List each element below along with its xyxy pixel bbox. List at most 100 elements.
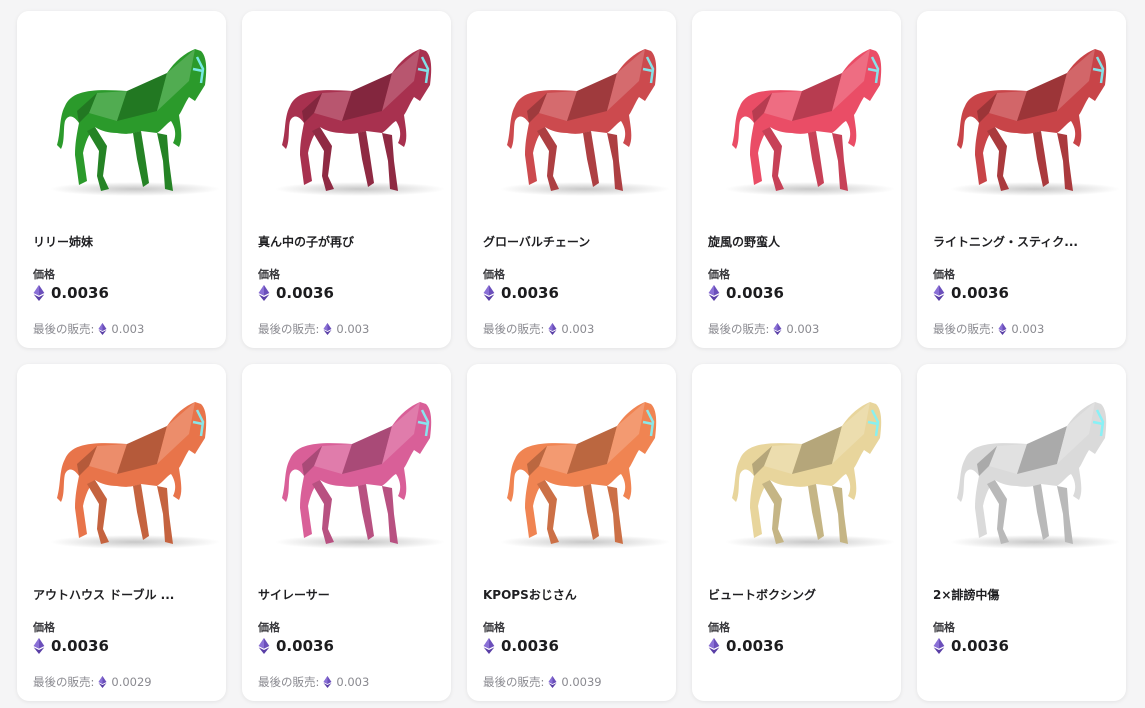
- item-name[interactable]: グローバルチェーン: [483, 233, 663, 250]
- last-sale-value: 0.003: [111, 322, 145, 336]
- last-sale-label: 最後の販売:: [483, 322, 545, 336]
- item-name[interactable]: アウトハウス ドーブル ...: [33, 586, 213, 603]
- last-sale: 最後の販売: 0.003: [483, 321, 594, 337]
- nft-card-4[interactable]: 旋風の野蛮人 価格 0.0036 最後の販売: 0.003: [692, 11, 901, 348]
- nft-card-9[interactable]: ビュートボクシング 価格 0.0036: [692, 364, 901, 701]
- last-sale-label: 最後の販売:: [33, 322, 95, 336]
- price: 0.0036: [933, 284, 1009, 302]
- nft-card-5[interactable]: ライトニング・スティク... 価格 0.0036 最後の販売: 0.003: [917, 11, 1126, 348]
- nft-card-8[interactable]: KPOPSおじさん 価格 0.0036 最後の販売: 0.0039: [467, 364, 676, 701]
- price-value: 0.0036: [951, 284, 1009, 302]
- last-sale-value: 0.0039: [561, 675, 602, 689]
- ethereum-icon: [33, 638, 45, 654]
- ethereum-icon: [98, 676, 107, 688]
- price: 0.0036: [933, 637, 1009, 655]
- ethereum-icon: [258, 638, 270, 654]
- ethereum-icon: [933, 285, 945, 301]
- ethereum-icon: [98, 323, 107, 335]
- price: 0.0036: [33, 284, 109, 302]
- last-sale-value: 0.0029: [111, 675, 152, 689]
- last-sale-value: 0.003: [336, 675, 370, 689]
- price: 0.0036: [708, 637, 784, 655]
- horse-icon: [500, 49, 670, 196]
- price-value: 0.0036: [726, 637, 784, 655]
- price-value: 0.0036: [276, 284, 334, 302]
- nft-card-1[interactable]: リリー姉妹 価格 0.0036 最後の販売: 0.003: [17, 11, 226, 348]
- price-label: 価格: [483, 268, 505, 281]
- last-sale: 最後の販売: 0.003: [933, 321, 1044, 337]
- horse-image[interactable]: [692, 364, 901, 564]
- price-label: 価格: [708, 621, 730, 634]
- price-label: 価格: [933, 621, 955, 634]
- horse-icon: [275, 402, 445, 549]
- ethereum-icon: [258, 285, 270, 301]
- horse-image[interactable]: [467, 364, 676, 564]
- price-label: 価格: [933, 268, 955, 281]
- price-label: 価格: [258, 268, 280, 281]
- price-value: 0.0036: [951, 637, 1009, 655]
- horse-icon: [275, 49, 445, 196]
- price-value: 0.0036: [276, 637, 334, 655]
- ethereum-icon: [323, 323, 332, 335]
- horse-icon: [950, 402, 1120, 549]
- horse-icon: [725, 402, 895, 549]
- last-sale-label: 最後の販売:: [33, 675, 95, 689]
- nft-card-10[interactable]: 2×誹謗中傷 価格 0.0036: [917, 364, 1126, 701]
- price-value: 0.0036: [501, 284, 559, 302]
- ethereum-icon: [708, 638, 720, 654]
- ethereum-icon: [998, 323, 1007, 335]
- horse-image[interactable]: [242, 364, 451, 564]
- horse-image[interactable]: [692, 11, 901, 211]
- horse-icon: [950, 49, 1120, 196]
- item-name[interactable]: ライトニング・スティク...: [933, 233, 1113, 250]
- horse-icon: [500, 402, 670, 549]
- nft-card-3[interactable]: グローバルチェーン 価格 0.0036 最後の販売: 0.003: [467, 11, 676, 348]
- item-name[interactable]: ビュートボクシング: [708, 586, 888, 603]
- price: 0.0036: [483, 637, 559, 655]
- item-name[interactable]: 真ん中の子が再び: [258, 233, 438, 250]
- last-sale-value: 0.003: [1011, 322, 1045, 336]
- last-sale-label: 最後の販売:: [933, 322, 995, 336]
- horse-image[interactable]: [467, 11, 676, 211]
- ethereum-icon: [548, 323, 557, 335]
- horse-icon: [50, 402, 220, 549]
- ethereum-icon: [323, 676, 332, 688]
- item-name[interactable]: KPOPSおじさん: [483, 586, 663, 603]
- price-value: 0.0036: [51, 284, 109, 302]
- horse-icon: [50, 49, 220, 196]
- price-value: 0.0036: [51, 637, 109, 655]
- last-sale-value: 0.003: [786, 322, 820, 336]
- horse-icon: [725, 49, 895, 196]
- nft-card-7[interactable]: サイレーサー 価格 0.0036 最後の販売: 0.003: [242, 364, 451, 701]
- ethereum-icon: [773, 323, 782, 335]
- price-label: 価格: [708, 268, 730, 281]
- item-name[interactable]: サイレーサー: [258, 586, 438, 603]
- horse-image[interactable]: [917, 364, 1126, 564]
- nft-card-2[interactable]: 真ん中の子が再び 価格 0.0036 最後の販売: 0.003: [242, 11, 451, 348]
- nft-card-6[interactable]: アウトハウス ドーブル ... 価格 0.0036 最後の販売: 0.0029: [17, 364, 226, 701]
- price-label: 価格: [33, 268, 55, 281]
- horse-image[interactable]: [17, 11, 226, 211]
- price-value: 0.0036: [501, 637, 559, 655]
- item-name[interactable]: リリー姉妹: [33, 233, 213, 250]
- last-sale: 最後の販売: 0.0029: [33, 674, 152, 690]
- ethereum-icon: [483, 638, 495, 654]
- ethereum-icon: [548, 676, 557, 688]
- price: 0.0036: [258, 284, 334, 302]
- last-sale-label: 最後の販売:: [258, 322, 320, 336]
- last-sale-label: 最後の販売:: [483, 675, 545, 689]
- price-label: 価格: [483, 621, 505, 634]
- item-name[interactable]: 2×誹謗中傷: [933, 586, 1113, 603]
- price-value: 0.0036: [726, 284, 784, 302]
- horse-image[interactable]: [917, 11, 1126, 211]
- price-label: 価格: [33, 621, 55, 634]
- ethereum-icon: [708, 285, 720, 301]
- horse-image[interactable]: [17, 364, 226, 564]
- item-name[interactable]: 旋風の野蛮人: [708, 233, 888, 250]
- last-sale: 最後の販売: 0.003: [33, 321, 144, 337]
- last-sale-value: 0.003: [561, 322, 595, 336]
- nft-grid: リリー姉妹 価格 0.0036 最後の販売: 0.003 真ん中の子が再び 価格…: [17, 11, 1126, 701]
- last-sale: 最後の販売: 0.0039: [483, 674, 602, 690]
- horse-image[interactable]: [242, 11, 451, 211]
- last-sale: 最後の販売: 0.003: [258, 674, 369, 690]
